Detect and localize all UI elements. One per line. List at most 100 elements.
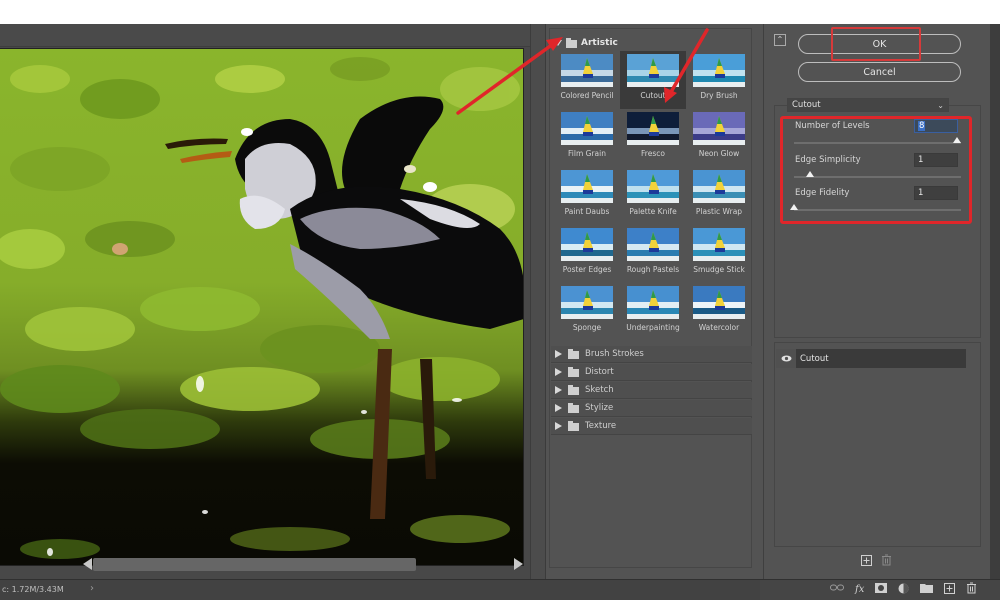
delete-effect-layer-icon[interactable] xyxy=(880,554,892,566)
category-label: Stylize xyxy=(585,403,614,413)
effect-layers-panel: Cutout xyxy=(774,342,981,547)
top-white-band xyxy=(0,0,1000,24)
scrollbar-thumb[interactable] xyxy=(93,558,416,571)
filter-preview-image xyxy=(693,170,745,203)
filter-preview-image xyxy=(561,112,613,145)
filter-preview-image xyxy=(693,112,745,145)
folder-icon xyxy=(566,37,577,48)
filter-thumbnail[interactable]: Watercolor xyxy=(686,283,752,341)
category-label: Brush Strokes xyxy=(585,349,644,359)
filter-thumbnail-label: Cutout xyxy=(640,91,666,100)
filter-thumbnail[interactable]: Fresco xyxy=(620,109,686,167)
folder-icon xyxy=(568,402,579,413)
expand-triangle-icon[interactable] xyxy=(554,40,562,46)
expand-triangle-icon[interactable] xyxy=(555,404,562,412)
filter-thumbnails-grid: Colored Pencil Cutout Dry Brush Film Gra… xyxy=(554,51,752,341)
scroll-left-arrow-icon[interactable] xyxy=(83,558,92,570)
category-label: Texture xyxy=(585,421,617,431)
filter-thumbnail[interactable]: Rough Pastels xyxy=(620,225,686,283)
chevron-down-icon: ⌄ xyxy=(937,100,944,110)
new-layer-icon[interactable] xyxy=(944,582,956,597)
category-brush-strokes[interactable]: Brush Strokes xyxy=(551,346,752,363)
folder-icon xyxy=(568,366,579,377)
filter-select-value: Cutout xyxy=(792,100,821,110)
filter-thumbnail[interactable]: Poster Edges xyxy=(554,225,620,283)
filter-thumbnail-label: Rough Pastels xyxy=(626,265,680,274)
category-label: Distort xyxy=(585,367,614,377)
filter-preview-image xyxy=(627,286,679,319)
category-artistic[interactable]: Artistic xyxy=(554,36,618,50)
effect-layer-name: Cutout xyxy=(796,349,966,368)
filter-preview-image xyxy=(627,54,679,87)
filter-thumbnail[interactable]: Sponge xyxy=(554,283,620,341)
folder-icon xyxy=(568,348,579,359)
filter-select-dropdown[interactable]: Cutout ⌄ xyxy=(787,98,949,112)
filter-preview-image xyxy=(561,170,613,203)
filter-preview-image xyxy=(627,228,679,261)
right-panel-strip xyxy=(990,24,1000,579)
category-label: Artistic xyxy=(581,38,618,48)
layer-actions xyxy=(860,554,892,566)
delete-layer-icon[interactable] xyxy=(966,582,977,597)
expand-triangle-icon[interactable] xyxy=(555,386,562,394)
expand-triangle-icon[interactable] xyxy=(555,422,562,430)
adjustment-layer-icon[interactable] xyxy=(898,583,909,597)
horizontal-scrollbar[interactable] xyxy=(80,556,525,572)
layer-style-fx-icon[interactable]: fx xyxy=(855,584,864,595)
parameters-annotation-highlight xyxy=(780,116,972,224)
scroll-right-arrow-icon[interactable] xyxy=(514,558,523,570)
filter-gallery-panel: Artistic Colored Pencil Cutout Dry Brush… xyxy=(545,24,763,579)
filter-thumbnail[interactable]: Plastic Wrap xyxy=(686,167,752,225)
filter-preview-image xyxy=(561,54,613,87)
category-stylize[interactable]: Stylize xyxy=(551,400,752,417)
preview-panel xyxy=(0,24,545,579)
filter-thumbnail-label: Underpainting xyxy=(626,323,680,332)
filter-thumbnail-label: Fresco xyxy=(641,149,665,158)
filter-thumbnail[interactable]: Neon Glow xyxy=(686,109,752,167)
filter-thumbnail[interactable]: Underpainting xyxy=(620,283,686,341)
folder-icon xyxy=(568,420,579,431)
filter-thumbnail-label: Sponge xyxy=(572,323,602,332)
ok-annotation-highlight xyxy=(831,27,921,61)
new-effect-layer-icon[interactable] xyxy=(860,554,872,566)
filter-thumbnail[interactable]: Smudge Stick xyxy=(686,225,752,283)
filter-thumbnail-label: Palette Knife xyxy=(629,207,677,216)
filter-thumbnail-label: Plastic Wrap xyxy=(695,207,743,216)
filter-thumbnail-label: Dry Brush xyxy=(700,91,738,100)
filter-thumbnail-label: Neon Glow xyxy=(698,149,740,158)
filter-thumbnail[interactable]: Dry Brush xyxy=(686,51,752,109)
filter-thumbnail[interactable]: Colored Pencil xyxy=(554,51,620,109)
doc-size-status: c: 1.72M/3.43M xyxy=(2,585,64,594)
preview-top-bar xyxy=(0,24,530,47)
filter-list: Artistic Colored Pencil Cutout Dry Brush… xyxy=(549,28,752,568)
filter-thumbnail-label: Paint Daubs xyxy=(564,207,610,216)
category-texture[interactable]: Texture xyxy=(551,418,752,435)
filter-preview-image xyxy=(693,286,745,319)
eye-visibility-icon[interactable] xyxy=(776,349,796,368)
category-distort[interactable]: Distort xyxy=(551,364,752,381)
filter-preview-image xyxy=(561,228,613,261)
folder-icon xyxy=(568,384,579,395)
expand-triangle-icon[interactable] xyxy=(555,368,562,376)
filter-thumbnail-label: Poster Edges xyxy=(562,265,612,274)
status-menu-chevron-icon[interactable]: › xyxy=(90,583,94,594)
filter-thumbnail[interactable]: Cutout xyxy=(620,51,686,109)
filter-settings-panel: ⌃ OK Cancel Cutout ⌄ Number of Levels 8 Ed… xyxy=(763,24,990,579)
collapse-gallery-icon[interactable]: ⌃ xyxy=(774,34,786,46)
filter-thumbnail-label: Watercolor xyxy=(698,323,740,332)
filter-preview-image xyxy=(627,112,679,145)
link-layers-icon[interactable] xyxy=(830,584,844,595)
new-group-folder-icon[interactable] xyxy=(920,583,934,596)
preview-canvas[interactable] xyxy=(0,48,524,566)
category-sketch[interactable]: Sketch xyxy=(551,382,752,399)
filter-thumbnail[interactable]: Paint Daubs xyxy=(554,167,620,225)
preview-image xyxy=(0,49,523,565)
effect-layer-row[interactable]: Cutout xyxy=(776,349,966,368)
layer-mask-icon[interactable] xyxy=(875,583,888,596)
filter-thumbnail-label: Colored Pencil xyxy=(560,91,614,100)
filter-thumbnail[interactable]: Film Grain xyxy=(554,109,620,167)
filter-thumbnail[interactable]: Palette Knife xyxy=(620,167,686,225)
preview-divider xyxy=(530,24,545,579)
cancel-button[interactable]: Cancel xyxy=(798,62,961,82)
expand-triangle-icon[interactable] xyxy=(555,350,562,358)
